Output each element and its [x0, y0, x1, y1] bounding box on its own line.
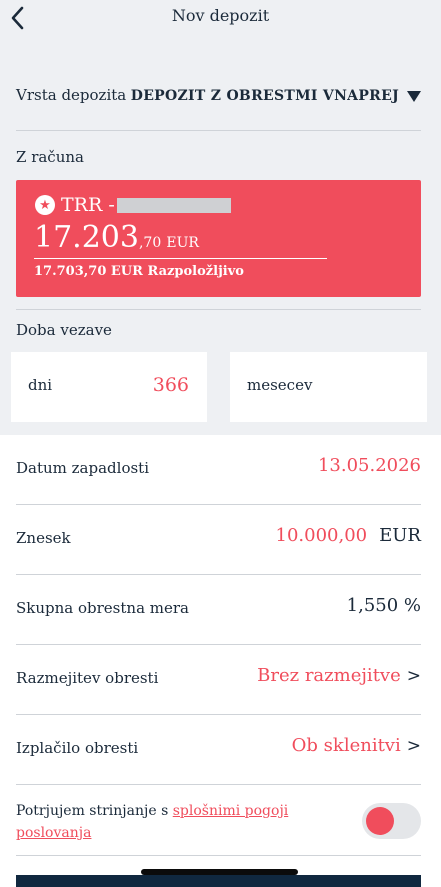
- amount-label: Znesek: [16, 529, 71, 547]
- chevron-right-icon: >: [406, 665, 421, 686]
- available-balance: 17.703,70 EUR Razpoložljivo: [34, 264, 244, 279]
- months-input[interactable]: mesecev: [230, 352, 427, 422]
- interest-split-label: Razmejitev obresti: [16, 669, 159, 687]
- confirm-button[interactable]: [16, 875, 421, 887]
- rate-value: 1,550 %: [346, 595, 421, 616]
- maturity-value: 13.05.2026: [317, 455, 421, 476]
- maturity-label: Datum zapadlosti: [16, 459, 149, 477]
- deposit-type-value: DEPOZIT Z OBRESTMI VNAPREJ: [130, 88, 399, 104]
- interest-payout-row[interactable]: Izplačilo obresti Ob sklenitvi >: [16, 715, 421, 785]
- interest-split-row[interactable]: Razmejitev obresti Brez razmejitve >: [16, 645, 421, 715]
- balance-whole: 17.203: [34, 220, 139, 255]
- days-unit-label: dni: [28, 376, 53, 394]
- maturity-row: Datum zapadlosti 13.05.2026: [16, 435, 421, 505]
- amount-row: Znesek 10.000,00 EUR: [16, 505, 421, 575]
- months-unit-label: mesecev: [247, 376, 313, 394]
- days-value: 366: [152, 374, 189, 396]
- balance-currency: EUR: [166, 235, 199, 251]
- from-account-label: Z računa: [16, 148, 84, 166]
- account-prefix: TRR -: [61, 194, 115, 216]
- terms-agreement: Potrjujem strinjanje s splošnimi pogoji …: [16, 800, 356, 844]
- chevron-right-icon: >: [406, 735, 421, 756]
- card-divider: [34, 258, 327, 259]
- deposit-type-select[interactable]: DEPOZIT Z OBRESTMI VNAPREJ: [131, 84, 421, 108]
- terms-toggle[interactable]: [362, 803, 421, 839]
- account-card[interactable]: ★ TRR - 17.203,70 EUR 17.703,70 EUR Razp…: [16, 180, 421, 297]
- interest-payout-value: Ob sklenitvi: [291, 735, 401, 756]
- deposit-type-row: Vrsta depozita DEPOZIT Z OBRESTMI VNAPRE…: [16, 84, 421, 108]
- days-input[interactable]: dni 366: [11, 352, 207, 422]
- home-indicator: [141, 869, 298, 875]
- amount-currency: EUR: [379, 525, 421, 546]
- rate-label: Skupna obrestna mera: [16, 599, 189, 617]
- amount-input[interactable]: 10.000,00: [276, 525, 368, 546]
- masked-account-number: [117, 198, 231, 213]
- divider: [16, 309, 421, 310]
- period-label: Doba vezave: [16, 321, 112, 339]
- dropdown-triangle-icon: [407, 90, 421, 102]
- header: Nov depozit: [0, 0, 441, 36]
- balance-fraction: ,70: [138, 235, 162, 251]
- deposit-type-label: Vrsta depozita: [16, 86, 127, 104]
- toggle-knob: [366, 807, 394, 835]
- rate-row: Skupna obrestna mera 1,550 %: [16, 575, 421, 645]
- divider: [16, 784, 421, 785]
- interest-split-value: Brez razmejitve: [257, 665, 401, 686]
- interest-payout-label: Izplačilo obresti: [16, 739, 139, 757]
- terms-text: Potrjujem strinjanje s: [16, 803, 173, 819]
- star-icon: ★: [35, 195, 55, 215]
- divider: [16, 130, 421, 131]
- divider: [16, 855, 421, 856]
- page-title: Nov depozit: [171, 6, 270, 25]
- account-balance: 17.203,70 EUR: [34, 220, 199, 255]
